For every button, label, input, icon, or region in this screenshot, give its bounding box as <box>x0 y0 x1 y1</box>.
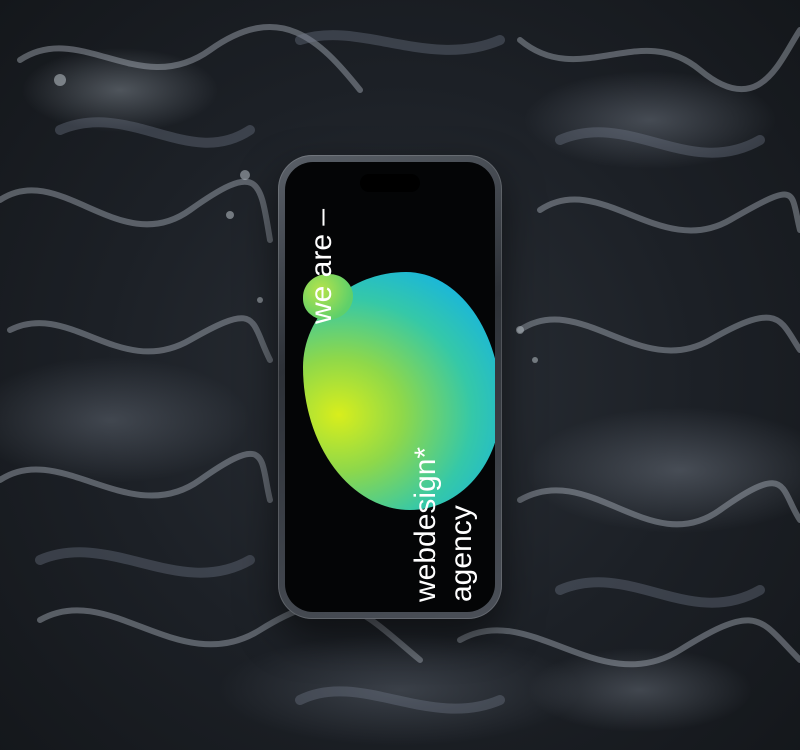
photo-background: we are – webdesign* agency <box>0 0 800 750</box>
smartphone: we are – webdesign* agency <box>278 155 502 619</box>
phone-screen: we are – webdesign* agency <box>285 162 495 612</box>
dynamic-island <box>360 174 420 192</box>
screen-text-webdesign: webdesign* <box>409 446 442 602</box>
screen-text-we-are: we are – <box>305 208 338 324</box>
screen-text-agency: agency <box>445 505 478 602</box>
